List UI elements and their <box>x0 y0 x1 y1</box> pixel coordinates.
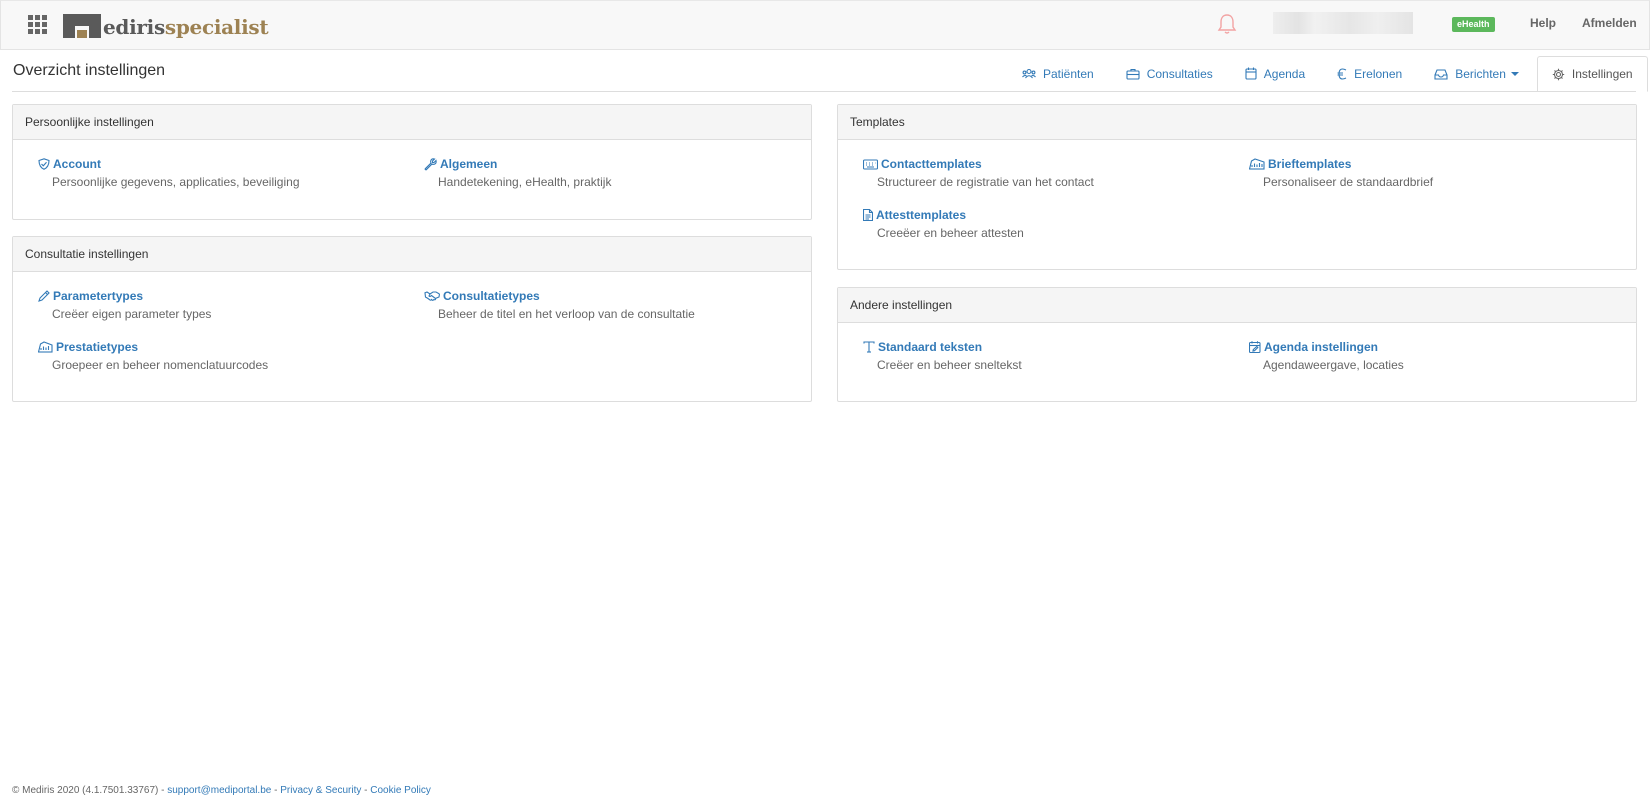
panel-heading: Consultatie instellingen <box>13 237 811 272</box>
settings-item-agenda-instellingen: Agenda instellingen Agendaweergave, loca… <box>1249 339 1404 372</box>
item-title: Standaard teksten <box>878 340 983 354</box>
brieftemplates-link[interactable]: Brieftemplates <box>1249 156 1433 172</box>
settings-item-consultatietypes: Consultatietypes Beheer de titel en het … <box>424 288 695 321</box>
euro-icon <box>1337 67 1347 80</box>
header-divider <box>12 91 1636 92</box>
settings-item-prestatietypes: Prestatietypes Groepeer en beheer nomenc… <box>38 339 268 372</box>
logo-text: edirisspecialist <box>103 15 269 39</box>
item-description: Creeëer en beheer attesten <box>877 226 1024 240</box>
inbox-icon <box>1434 68 1448 80</box>
user-name-redacted[interactable] <box>1273 12 1413 34</box>
tab-patienten[interactable]: Patiënten <box>1006 56 1110 91</box>
chart-icon <box>38 341 53 353</box>
item-title: Parametertypes <box>53 289 144 303</box>
item-description: Creëer en beheer sneltekst <box>877 358 1022 372</box>
logout-link[interactable]: Afmelden <box>1582 16 1637 30</box>
settings-item-account: Account Persoonlijke gegevens, applicati… <box>38 156 300 189</box>
standaard-teksten-link[interactable]: Standaard teksten <box>863 339 1022 355</box>
item-title: Algemeen <box>440 157 498 171</box>
settings-item-attesttemplates: Attesttemplates Creeëer en beheer attest… <box>863 207 1024 240</box>
chevron-down-icon <box>1510 71 1519 76</box>
mediris-logo[interactable]: edirisspecialist <box>63 10 269 39</box>
tab-label: Instellingen <box>1571 67 1633 81</box>
main-tabs: Patiënten Consultaties Agenda Erelonen B… <box>1006 56 1648 92</box>
algemeen-link[interactable]: Algemeen <box>424 156 611 172</box>
item-description: Personaliseer de standaardbrief <box>1263 175 1434 189</box>
tab-label: Berichten <box>1455 66 1506 81</box>
text-icon <box>863 341 875 353</box>
consultatietypes-link[interactable]: Consultatietypes <box>424 288 695 304</box>
top-navbar: edirisspecialist eHealth Help Afmelden <box>0 0 1650 50</box>
envelope-icon <box>1249 158 1265 170</box>
item-description: Groepeer en beheer nomenclatuurcodes <box>52 358 269 372</box>
panel-persoonlijke-instellingen: Persoonlijke instellingen Account Persoo… <box>12 104 812 220</box>
privacy-link[interactable]: Privacy & Security <box>280 785 361 796</box>
settings-item-standaard-teksten: Standaard teksten Creëer en beheer snelt… <box>863 339 1022 372</box>
handshake-icon <box>424 291 440 301</box>
calendar-edit-icon <box>1249 341 1261 353</box>
contacttemplates-link[interactable]: Contacttemplates <box>863 156 1094 172</box>
footer: © Mediris 2020 (4.1.7501.33767) - suppor… <box>12 785 431 796</box>
footer-separator: - <box>361 785 371 796</box>
item-title: Agenda instellingen <box>1264 340 1379 354</box>
page-title: Overzicht instellingen <box>13 62 166 79</box>
account-link[interactable]: Account <box>38 156 300 172</box>
users-icon <box>1022 68 1036 78</box>
item-description: Persoonlijke gegevens, applicaties, beve… <box>52 175 300 189</box>
tab-agenda[interactable]: Agenda <box>1229 56 1321 91</box>
panel-consultatie-instellingen: Consultatie instellingen Parametertypes … <box>12 236 812 402</box>
gear-icon <box>1552 68 1565 80</box>
settings-item-brieftemplates: Brieftemplates Personaliseer de standaar… <box>1249 156 1433 189</box>
tab-label: Agenda <box>1263 66 1306 81</box>
document-icon <box>863 209 873 221</box>
prestatietypes-link[interactable]: Prestatietypes <box>38 339 268 355</box>
settings-item-parametertypes: Parametertypes Creëer eigen parameter ty… <box>38 288 211 321</box>
calendar-icon <box>1245 67 1257 80</box>
help-link[interactable]: Help <box>1530 16 1556 30</box>
tab-label: Erelonen <box>1354 66 1403 81</box>
apps-grid-icon[interactable] <box>28 15 48 35</box>
cookie-policy-link[interactable]: Cookie Policy <box>370 785 431 796</box>
tab-instellingen[interactable]: Instellingen <box>1536 56 1648 92</box>
panel-heading: Templates <box>838 105 1636 140</box>
pencil-icon <box>38 290 50 302</box>
item-description: Structureer de registratie van het conta… <box>877 175 1094 189</box>
item-title: Consultatietypes <box>443 289 540 303</box>
logo-mark-icon <box>63 14 101 38</box>
agenda-instellingen-link[interactable]: Agenda instellingen <box>1249 339 1404 355</box>
tab-berichten[interactable]: Berichten <box>1418 56 1535 91</box>
panel-heading: Persoonlijke instellingen <box>13 105 811 140</box>
attesttemplates-link[interactable]: Attesttemplates <box>863 207 1024 223</box>
item-title: Prestatietypes <box>56 340 139 354</box>
tab-label: Patiënten <box>1043 66 1094 81</box>
panel-andere-instellingen: Andere instellingen Standaard teksten Cr… <box>837 287 1637 402</box>
support-email-link[interactable]: support@mediportal.be <box>167 785 271 796</box>
settings-item-contacttemplates: Contacttemplates Structureer de registra… <box>863 156 1094 189</box>
item-title: Brieftemplates <box>1268 157 1352 171</box>
bell-icon[interactable] <box>1217 13 1237 35</box>
footer-copyright: © Mediris 2020 (4.1.7501.33767) - <box>12 785 168 796</box>
item-description: Creëer eigen parameter types <box>52 307 212 321</box>
item-description: Agendaweergave, locaties <box>1263 358 1404 372</box>
wrench-icon <box>424 157 437 170</box>
parametertypes-link[interactable]: Parametertypes <box>38 288 211 304</box>
briefcase-icon <box>1126 68 1140 80</box>
item-description: Handetekening, eHealth, praktijk <box>438 175 612 189</box>
item-description: Beheer de titel en het verloop van de co… <box>438 307 695 321</box>
ehealth-badge[interactable]: eHealth <box>1452 17 1495 32</box>
item-title: Attesttemplates <box>876 208 967 222</box>
panel-heading: Andere instellingen <box>838 288 1636 323</box>
footer-separator: - <box>271 785 281 796</box>
tab-erelonen[interactable]: Erelonen <box>1321 56 1418 91</box>
tab-consultaties[interactable]: Consultaties <box>1110 56 1229 91</box>
panel-templates: Templates Contacttemplates Structureer d… <box>837 104 1637 270</box>
item-title: Contacttemplates <box>881 157 982 171</box>
shield-icon <box>38 158 50 170</box>
tab-label: Consultaties <box>1146 66 1213 81</box>
item-title: Account <box>53 157 101 171</box>
settings-item-algemeen: Algemeen Handetekening, eHealth, praktij… <box>424 156 611 189</box>
keyboard-icon <box>863 158 878 170</box>
